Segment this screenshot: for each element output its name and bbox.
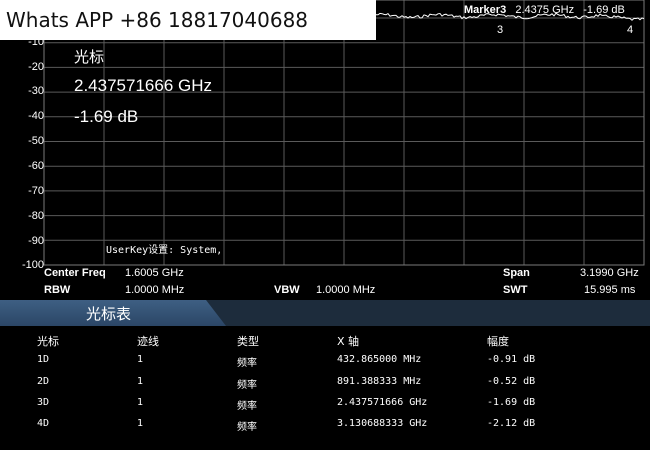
span-value[interactable]: 3.1990 GHz [580, 267, 639, 279]
marker-flag-4[interactable]: 4 [627, 24, 633, 36]
table-cell-amplitude: -1.69 dB [487, 397, 536, 408]
center-freq-label: Center Freq [44, 267, 106, 279]
table-cell-marker: 4D [37, 418, 50, 429]
table-cell-trace: 1 [137, 354, 144, 365]
table-cell-amplitude: -2.12 dB [487, 418, 536, 429]
table-cell-amplitude: -0.52 dB [487, 376, 536, 387]
table-cell-x: 891.388333 MHz [337, 376, 422, 387]
marker-info-frequency: 2.437571666 GHz [74, 76, 212, 95]
span-label: Span [503, 267, 530, 279]
table-cell-amplitude: -0.91 dB [487, 354, 536, 365]
table-cell-type: 频率 [237, 358, 257, 369]
table-header-x-axis: X 轴 [337, 335, 360, 348]
table-header-amplitude: 幅度 [487, 335, 509, 348]
marker-info-title: 光标 [74, 48, 105, 66]
rbw-label: RBW [44, 284, 71, 296]
vbw-label: VBW [274, 284, 300, 296]
table-cell-marker: 1D [37, 354, 50, 365]
whatsapp-contact-overlay: Whats APP +86 18817040688 [0, 0, 376, 40]
table-cell-type: 频率 [237, 380, 257, 391]
table-cell-x: 432.865000 MHz [337, 354, 422, 365]
y-tick-label: -50 [28, 135, 44, 147]
y-tick-label: -30 [28, 85, 44, 97]
center-freq-value[interactable]: 1.6005 GHz [125, 267, 184, 279]
marker-readout: Marker3 2.4375 GHz -1.69 dB [464, 4, 625, 16]
table-cell-marker: 3D [37, 397, 50, 408]
swt-value[interactable]: 15.995 ms [584, 284, 635, 296]
marker-readout-name: Marker3 [464, 4, 507, 16]
table-cell-trace: 1 [137, 418, 144, 429]
marker-flag-3[interactable]: 3 [497, 24, 503, 36]
vbw-value[interactable]: 1.0000 MHz [316, 284, 375, 296]
rbw-value[interactable]: 1.0000 MHz [125, 284, 184, 296]
table-cell-x: 2.437571666 GHz [337, 397, 428, 408]
table-cell-x: 3.130688333 GHz [337, 418, 428, 429]
swt-label: SWT [503, 284, 528, 296]
y-tick-label: -10 [28, 36, 44, 48]
table-cell-type: 频率 [237, 401, 257, 412]
y-tick-label: -70 [28, 185, 44, 197]
marker-table-title: 光标表 [86, 305, 132, 323]
table-cell-marker: 2D [37, 376, 50, 387]
y-tick-label: -80 [28, 210, 44, 222]
y-tick-label: -100 [21, 259, 44, 271]
y-tick-label: -40 [28, 110, 44, 122]
table-header-marker: 光标 [37, 335, 59, 348]
table-cell-trace: 1 [137, 397, 144, 408]
y-tick-label: -20 [28, 61, 44, 73]
table-header-type: 类型 [237, 335, 259, 348]
y-tick-label: -60 [28, 160, 44, 172]
table-cell-type: 频率 [237, 422, 257, 433]
table-header-trace: 迹线 [137, 335, 159, 348]
marker-readout-freq: 2.4375 GHz [515, 4, 575, 16]
marker-info-amplitude: -1.69 dB [74, 107, 139, 126]
y-tick-label: -90 [28, 235, 44, 247]
table-cell-trace: 1 [137, 376, 144, 387]
spectrum-plot[interactable] [0, 0, 650, 300]
userkey-status: UserKey设置: System, [106, 245, 223, 256]
marker-readout-amp: -1.69 dB [583, 4, 625, 16]
